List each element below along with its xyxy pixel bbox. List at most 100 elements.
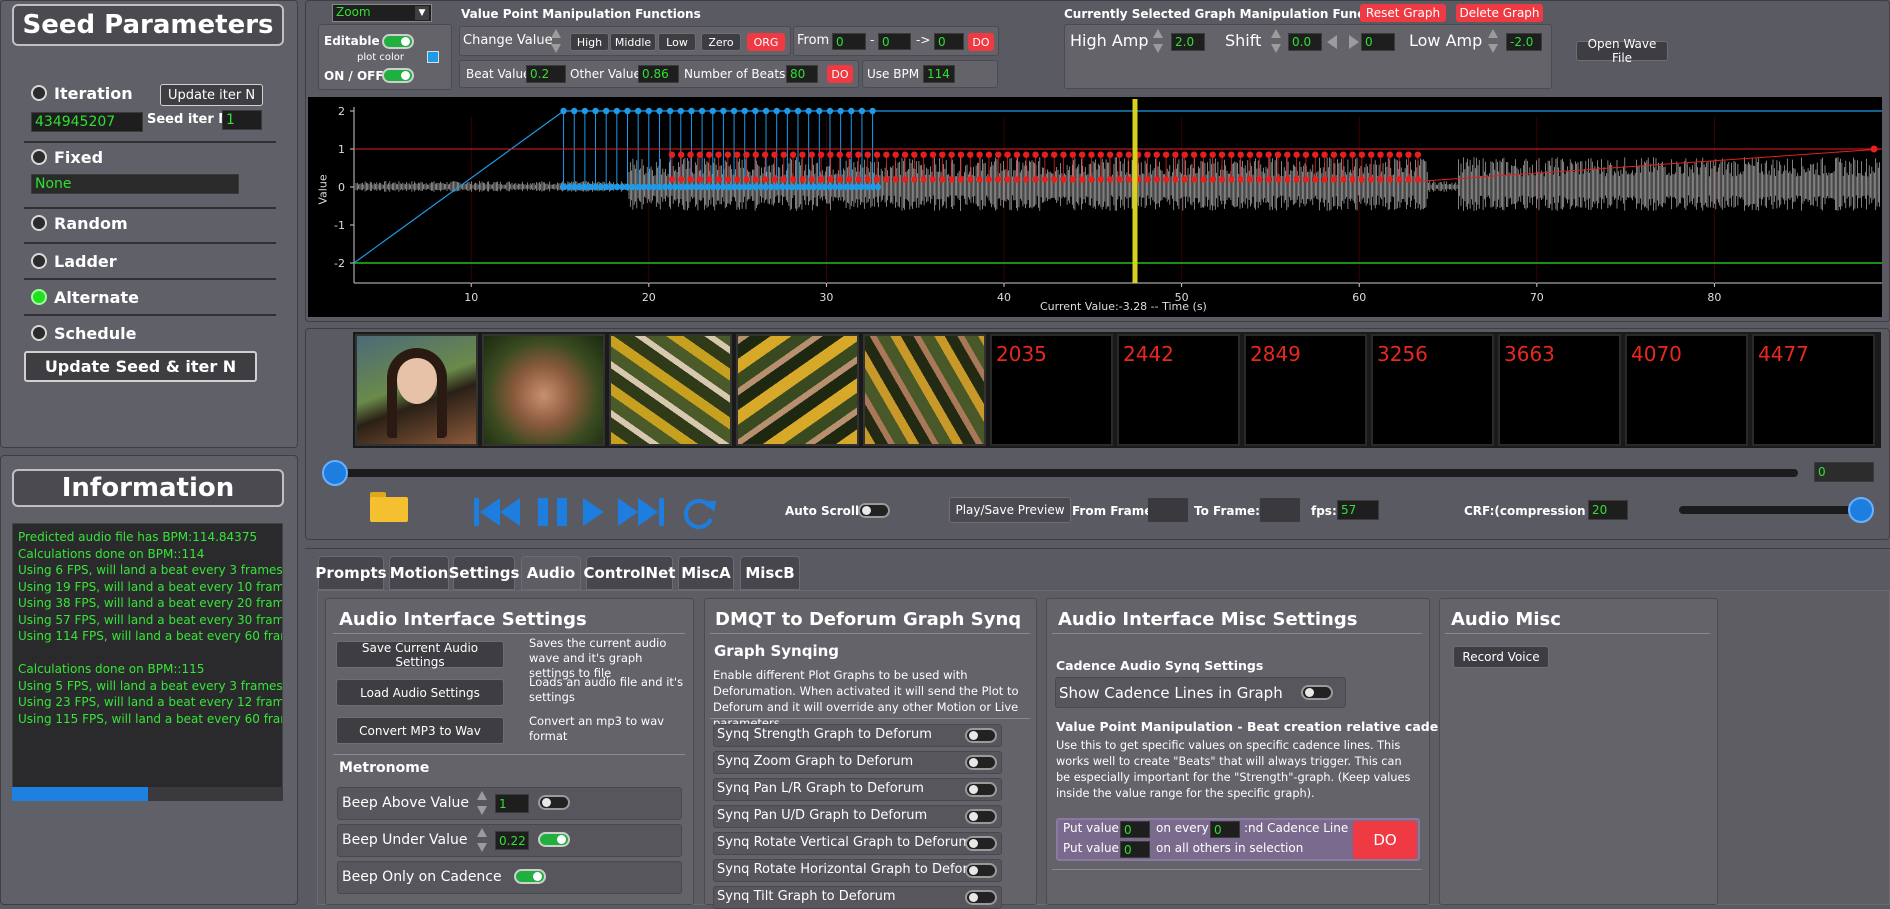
synq-graph-toggle[interactable] (965, 863, 997, 878)
frame-thumbnail[interactable] (609, 334, 732, 446)
skip-forward-icon[interactable] (616, 496, 666, 528)
pause-icon[interactable] (535, 496, 571, 528)
beep-above-toggle[interactable] (538, 795, 570, 810)
zoom-select[interactable]: Zoom ▼ (332, 4, 432, 22)
skip-back-icon[interactable] (472, 496, 522, 528)
on-every-field[interactable]: 0 (1210, 821, 1240, 838)
beep-cadence-toggle[interactable] (514, 869, 546, 884)
high-button[interactable]: High (570, 33, 609, 51)
beep-under-stepper[interactable] (476, 827, 488, 853)
seed-value-field[interactable]: 434945207 (31, 112, 143, 132)
from-mid-field[interactable]: 0 (878, 33, 911, 50)
ladder-radio[interactable] (31, 253, 47, 269)
delete-graph-button[interactable]: Delete Graph (1456, 4, 1543, 22)
low-amp-stepper[interactable] (1487, 28, 1499, 54)
fps-field[interactable]: 57 (1337, 500, 1379, 520)
frame-placeholder[interactable]: 4477 (1752, 334, 1875, 446)
open-wave-button[interactable]: Open Wave File (1576, 37, 1668, 65)
crf-slider-track[interactable] (1679, 506, 1862, 514)
shift-stepper[interactable] (1270, 28, 1282, 54)
random-radio[interactable] (31, 215, 47, 231)
timeline-slider-track[interactable] (333, 469, 1798, 477)
crf-field[interactable]: 20 (1588, 500, 1628, 520)
reset-graph-button[interactable]: Reset Graph (1360, 4, 1446, 22)
graph-area[interactable]: 2 1 0 -1 -2 10 20 30 40 50 60 70 80 Value Current V… (308, 97, 1882, 317)
tab-prompts[interactable]: Prompts (315, 556, 387, 590)
frame-placeholder[interactable]: 2849 (1244, 334, 1367, 446)
other-value-field[interactable]: 0.86 (638, 65, 679, 83)
refresh-icon[interactable] (680, 495, 718, 531)
plot-color-swatch[interactable] (427, 51, 439, 63)
on-off-toggle[interactable] (382, 68, 414, 83)
synq-graph-toggle[interactable] (965, 890, 997, 905)
alternate-radio[interactable] (31, 289, 47, 305)
frame-placeholder[interactable]: 3256 (1371, 334, 1494, 446)
frame-thumbnail[interactable] (736, 334, 859, 446)
tab-misca[interactable]: MiscA (678, 556, 734, 590)
high-amp-stepper[interactable] (1152, 28, 1164, 54)
zero-button[interactable]: Zero (701, 33, 741, 51)
timeline-slider-handle[interactable] (322, 460, 348, 486)
tab-audio[interactable]: Audio (521, 556, 581, 590)
record-voice-button[interactable]: Record Voice (1453, 646, 1549, 668)
load-audio-settings-button[interactable]: Load Audio Settings (336, 679, 504, 706)
low-amp-field[interactable]: -2.0 (1506, 33, 1542, 51)
from-field[interactable]: 0 (832, 33, 866, 50)
shift-left-icon[interactable] (1327, 35, 1337, 49)
play-save-button[interactable]: Play/Save Preview (949, 497, 1071, 523)
tab-controlnet[interactable]: ControlNet (584, 556, 675, 590)
frame-thumbnail[interactable] (482, 334, 605, 446)
fixed-radio[interactable] (31, 149, 47, 165)
save-audio-settings-button[interactable]: Save Current Audio Settings (336, 641, 504, 669)
frame-placeholder[interactable]: 2442 (1117, 334, 1240, 446)
beep-under-field[interactable]: 0.22 (495, 831, 529, 850)
shift-field[interactable]: 0.0 (1288, 33, 1322, 51)
num-beats-field[interactable]: 80 (786, 65, 818, 83)
auto-scroll-toggle[interactable] (858, 503, 890, 518)
frame-thumbnail[interactable] (355, 334, 478, 446)
org-button[interactable]: ORG (747, 33, 785, 51)
shift-right-icon[interactable] (1349, 35, 1359, 49)
synq-graph-toggle[interactable] (965, 836, 997, 851)
beep-under-toggle[interactable] (538, 832, 570, 847)
beat-value-field[interactable]: 0.2 (526, 65, 566, 83)
tab-settings[interactable]: Settings (449, 556, 519, 590)
update-iter-button[interactable]: Update iter N (160, 84, 263, 106)
beep-above-stepper[interactable] (476, 790, 488, 816)
synq-graph-toggle[interactable] (965, 755, 997, 770)
to-frame-field[interactable] (1260, 498, 1300, 522)
tab-miscb[interactable]: MiscB (740, 556, 800, 590)
synq-graph-toggle[interactable] (965, 809, 997, 824)
editable-toggle[interactable] (382, 34, 414, 49)
folder-icon[interactable] (370, 492, 408, 522)
put-value-field-2[interactable]: 0 (1120, 841, 1150, 858)
use-bpm-field[interactable]: 114 (923, 65, 955, 83)
play-icon[interactable] (580, 496, 606, 528)
low-button[interactable]: Low (658, 33, 696, 51)
to-field[interactable]: 0 (934, 33, 964, 50)
frame-thumbnail[interactable] (863, 334, 986, 446)
timeline-value-field[interactable]: 0 (1814, 462, 1874, 482)
frame-placeholder[interactable]: 2035 (990, 334, 1113, 446)
frame-placeholder[interactable]: 4070 (1625, 334, 1748, 446)
convert-mp3-button[interactable]: Convert MP3 to Wav (336, 717, 504, 744)
fixed-value-field[interactable]: None (31, 174, 239, 194)
show-cadence-toggle[interactable] (1301, 685, 1333, 700)
change-value-stepper[interactable] (550, 28, 562, 54)
tab-motion[interactable]: Motion (389, 556, 449, 590)
iteration-radio[interactable] (31, 85, 47, 101)
put-value-field-1[interactable]: 0 (1120, 821, 1150, 838)
frame-placeholder[interactable]: 3663 (1498, 334, 1621, 446)
seed-iter-field[interactable]: 1 (222, 110, 262, 130)
schedule-radio[interactable] (31, 325, 47, 341)
synq-graph-toggle[interactable] (965, 782, 997, 797)
from-frame-field[interactable] (1148, 498, 1188, 522)
shift-step-field[interactable]: 0 (1361, 33, 1395, 51)
crf-slider-handle[interactable] (1848, 497, 1874, 523)
do-beats-button[interactable]: DO (827, 65, 853, 83)
middle-button[interactable]: Middle (610, 33, 656, 51)
high-amp-field[interactable]: 2.0 (1171, 33, 1205, 51)
update-seed-button[interactable]: Update Seed & iter N (24, 351, 257, 382)
beep-above-field[interactable]: 1 (495, 794, 529, 813)
synq-graph-toggle[interactable] (965, 728, 997, 743)
